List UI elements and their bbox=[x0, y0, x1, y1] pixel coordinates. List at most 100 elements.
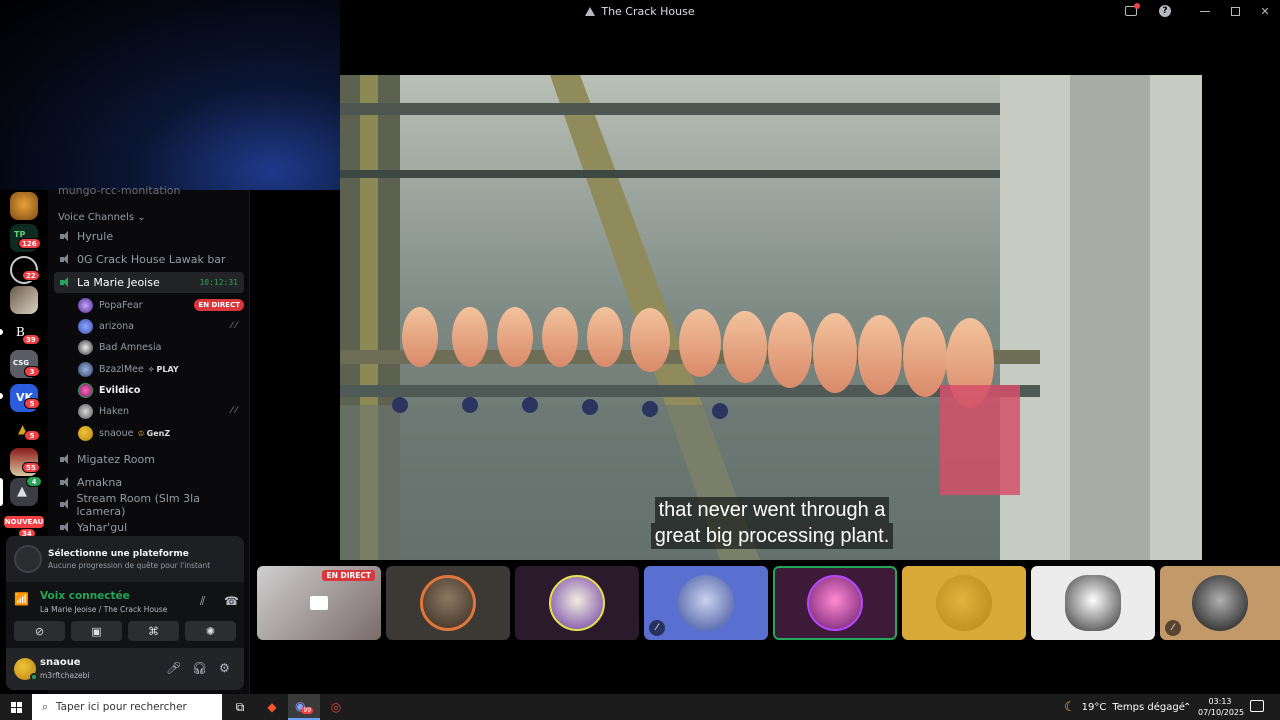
voice-status-title[interactable]: Voix connectée bbox=[40, 590, 130, 602]
help-icon: ? bbox=[1159, 5, 1171, 17]
notification-icon[interactable] bbox=[1250, 700, 1264, 712]
screen-share-button[interactable]: ▣ bbox=[71, 621, 122, 641]
avatar bbox=[420, 575, 476, 631]
voice-member[interactable]: BzazlMee ✧ PLAY bbox=[78, 359, 244, 379]
gamepad-icon: ⌘ bbox=[148, 624, 159, 638]
taskbar-app-brave[interactable]: ◆ bbox=[256, 694, 288, 720]
avatar bbox=[807, 575, 863, 631]
speaker-icon bbox=[60, 231, 71, 242]
voice-channel-stream-room[interactable]: Stream Room (Slm 3la lcamera) bbox=[54, 492, 244, 518]
avatar bbox=[1192, 575, 1248, 631]
avatar bbox=[78, 297, 93, 313]
server-active-pill bbox=[0, 478, 3, 506]
window-title: The Crack House bbox=[585, 4, 695, 18]
voice-channel-migatez[interactable]: Migatez Room bbox=[54, 449, 244, 470]
headphones-icon[interactable]: 🎧︎ bbox=[192, 661, 207, 675]
voice-channel-path[interactable]: La Marie Jeoise / The Crack House bbox=[40, 605, 167, 614]
clock-date: 07/10/2025 bbox=[1198, 708, 1245, 717]
server-icon-lion[interactable] bbox=[10, 192, 38, 220]
category-voice-channels[interactable]: Voice Channels ⌄ bbox=[58, 212, 146, 223]
microphone-icon[interactable]: 🎤︎ bbox=[166, 661, 181, 675]
muted-icon: ⁄ bbox=[1165, 620, 1181, 636]
noise-suppression-icon[interactable]: ⫽ bbox=[200, 594, 205, 609]
channel-label: 0G Crack House Lawak bar bbox=[77, 253, 226, 266]
system-tray[interactable]: ⌃ bbox=[1183, 694, 1191, 720]
disconnect-icon[interactable]: ☎ bbox=[224, 594, 239, 608]
taskbar-clock[interactable]: 03:13 07/10/2025 bbox=[1198, 696, 1245, 718]
activities-button[interactable]: ⌘ bbox=[128, 621, 179, 641]
taskbar-search[interactable]: ⌕ Taper ici pour rechercher bbox=[32, 694, 222, 720]
help-button[interactable]: ? bbox=[1150, 0, 1180, 22]
stream-video[interactable] bbox=[340, 75, 1202, 560]
activity-tag: ✧ PLAY bbox=[148, 365, 179, 374]
channel-label: Hyrule bbox=[77, 230, 114, 243]
chevron-down-icon: ⌄ bbox=[137, 212, 146, 223]
server-badge: 39 bbox=[22, 334, 40, 345]
voice-member[interactable]: arizona ⁄⁄ bbox=[78, 316, 244, 336]
participant-tiles: EN DIRECT ⁄ ⁄ bbox=[257, 566, 1280, 640]
channel-label: Yahar'gul bbox=[77, 521, 128, 534]
member-name: snaoue bbox=[99, 427, 134, 439]
inbox-button[interactable] bbox=[1116, 0, 1146, 22]
voice-action-buttons: ⊘ ▣ ⌘ ✺ bbox=[14, 621, 236, 641]
server-badge: 55 bbox=[22, 462, 40, 473]
channel-label: Amakna bbox=[77, 476, 123, 489]
voice-connection: 📶 Voix connectée La Marie Jeoise / The C… bbox=[14, 588, 239, 618]
soundboard-button[interactable]: ✺ bbox=[185, 621, 236, 641]
taskbar-app-discord[interactable]: ◉ 99 bbox=[288, 694, 320, 720]
live-badge: EN DIRECT bbox=[322, 570, 375, 581]
avatar bbox=[78, 339, 93, 355]
user-area: snaoue m3rftchazebi 🎤︎ 🎧︎ ⚙ bbox=[6, 648, 244, 690]
server-badge: 5 bbox=[24, 430, 40, 441]
participant-tile[interactable]: ⁄ bbox=[1160, 566, 1280, 640]
voice-channel-la-marie-jeoise[interactable]: La Marie Jeoise 10:12:31 bbox=[54, 272, 244, 293]
settings-gear-icon[interactable]: ⚙ bbox=[219, 661, 230, 675]
camera-button[interactable]: ⊘ bbox=[14, 621, 65, 641]
member-name: arizona bbox=[99, 320, 135, 332]
participant-tile[interactable] bbox=[902, 566, 1026, 640]
participant-tile-stream[interactable]: EN DIRECT bbox=[257, 566, 381, 640]
voice-channel-hyrule[interactable]: Hyrule bbox=[54, 226, 244, 247]
voice-member[interactable]: Haken ⁄⁄ bbox=[78, 401, 244, 421]
speaker-icon bbox=[60, 522, 71, 533]
muted-deafened-icons: ⁄⁄ bbox=[230, 321, 240, 331]
subtitle-line: that never went through a bbox=[654, 497, 890, 523]
participant-tile[interactable] bbox=[515, 566, 639, 640]
maximize-button[interactable] bbox=[1220, 0, 1250, 22]
participant-tile[interactable] bbox=[1031, 566, 1155, 640]
channel-label: Migatez Room bbox=[77, 453, 155, 466]
username[interactable]: snaoue bbox=[40, 657, 81, 668]
start-button[interactable] bbox=[0, 694, 32, 720]
taskbar-app-recorder[interactable]: ◎ bbox=[320, 694, 352, 720]
minimize-button[interactable] bbox=[1190, 0, 1220, 22]
voice-channel-amakna[interactable]: Amakna bbox=[54, 472, 244, 493]
avatar bbox=[78, 361, 93, 377]
weather-widget[interactable]: ☾ 19°C Temps dégagé bbox=[1064, 694, 1185, 720]
search-icon: ⌕ bbox=[42, 700, 48, 713]
participant-tile-speaking[interactable] bbox=[773, 566, 897, 640]
close-button[interactable]: ✕ bbox=[1250, 0, 1280, 22]
user-custom-status[interactable]: m3rftchazebi bbox=[40, 671, 89, 680]
task-view-button[interactable]: ⧉ bbox=[224, 694, 256, 720]
moon-icon: ☾ bbox=[1064, 699, 1076, 715]
new-badge: NOUVEAU bbox=[4, 516, 44, 528]
server-unread-pill bbox=[0, 393, 3, 399]
channel-partial[interactable]: mungo-rcc-monitation bbox=[58, 184, 181, 197]
voice-member[interactable]: PopaFear EN DIRECT bbox=[78, 295, 244, 315]
window-title-text: The Crack House bbox=[601, 4, 695, 18]
voice-member[interactable]: Bad Amnesia bbox=[78, 337, 244, 357]
crown-icon: ♔ bbox=[137, 428, 145, 438]
voice-channel-yahargul[interactable]: Yahar'gul bbox=[54, 517, 244, 538]
signal-icon[interactable]: 📶 bbox=[14, 592, 32, 610]
avatar bbox=[936, 575, 992, 631]
search-placeholder: Taper ici pour rechercher bbox=[55, 701, 187, 713]
voice-channel-0g[interactable]: 0G Crack House Lawak bar bbox=[54, 249, 244, 270]
voice-member[interactable]: Evildico bbox=[78, 380, 244, 400]
quest-banner[interactable]: Sélectionne une plateforme Aucune progre… bbox=[6, 536, 244, 582]
avatar bbox=[78, 382, 93, 398]
participant-tile[interactable] bbox=[386, 566, 510, 640]
server-icon-photo[interactable] bbox=[10, 286, 38, 314]
clock-time: 03:13 bbox=[1208, 697, 1232, 706]
participant-tile[interactable]: ⁄ bbox=[644, 566, 768, 640]
voice-member[interactable]: snaoue ♔ GenZ bbox=[78, 423, 244, 443]
